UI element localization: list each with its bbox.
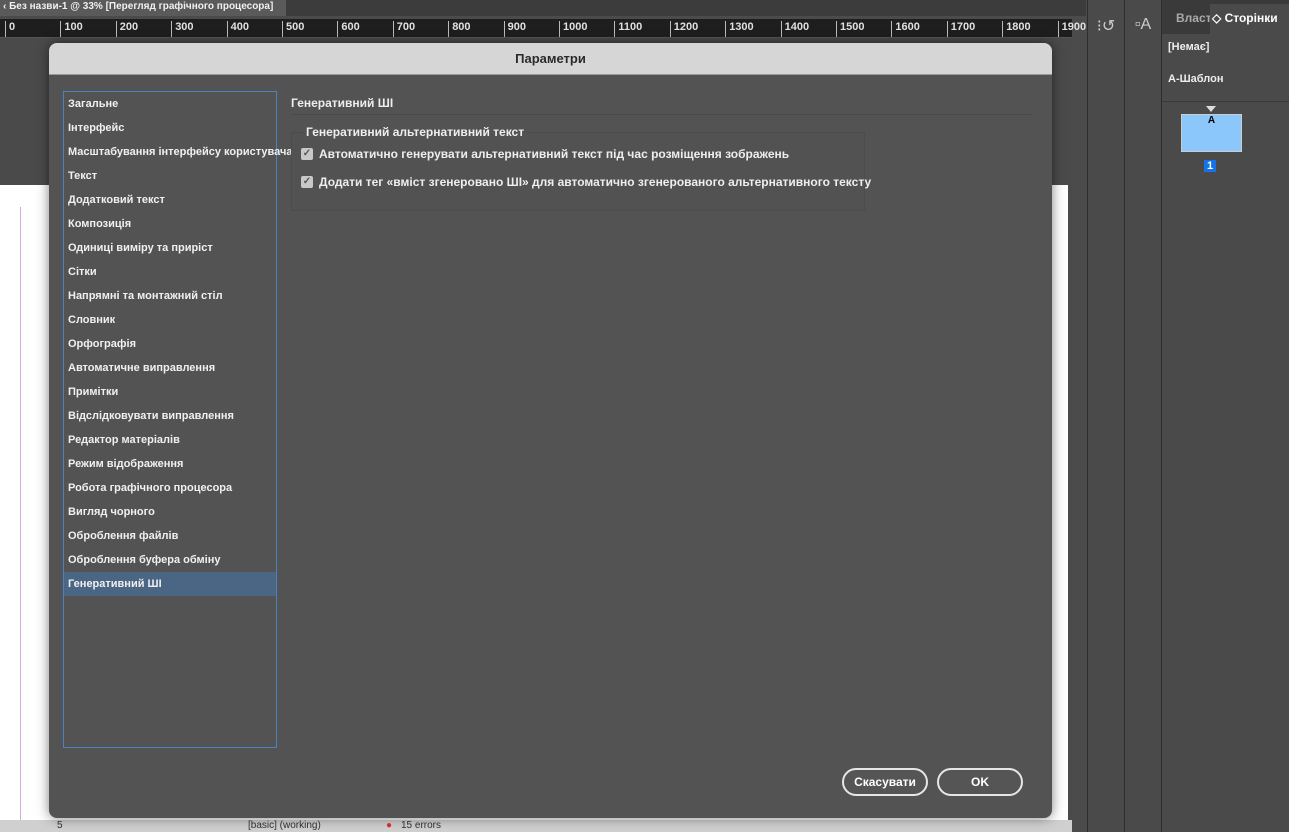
margin-guide xyxy=(20,207,21,827)
category-item[interactable]: Вигляд чорного xyxy=(64,500,276,524)
auto-generate-alt-text-checkbox[interactable]: ✓ Автоматично генерувати альтернативний т… xyxy=(301,147,789,161)
master-a[interactable]: A-Шаблон xyxy=(1162,73,1224,85)
ruler-tick-label: 1300 xyxy=(725,21,754,37)
error-count[interactable]: 15 errors xyxy=(401,820,441,831)
ruler-tick-label: 200 xyxy=(115,21,138,37)
current-page-marker-icon xyxy=(1206,106,1216,112)
ruler-tick-label: 600 xyxy=(337,21,360,37)
ruler-tick-label: 300 xyxy=(171,21,194,37)
alt-text-group xyxy=(291,132,865,211)
page-number-label[interactable]: 1 xyxy=(1204,160,1217,172)
ruler-tick-label: 0 xyxy=(5,21,15,37)
ruler-tick-label: 1200 xyxy=(669,21,698,37)
error-icon: ● xyxy=(386,820,393,831)
checkbox-label: Додати тег «вміст згенеровано ШІ» для ав… xyxy=(319,175,872,189)
ruler-tick-label: 1000 xyxy=(559,21,587,37)
preflight-profile[interactable]: [basic] (working) xyxy=(248,820,321,831)
page-number-field[interactable]: 5 xyxy=(57,820,63,831)
pages-rotate-icon[interactable]: ⁝↺ xyxy=(1088,16,1124,36)
category-item[interactable]: Робота графічного процесора xyxy=(64,476,276,500)
ruler-tick-label: 400 xyxy=(226,21,249,37)
character-styles-icon[interactable]: ▫A xyxy=(1125,16,1161,34)
checkbox-checked-icon[interactable]: ✓ xyxy=(301,148,313,160)
category-item[interactable]: Примітки xyxy=(64,380,276,404)
tab-properties[interactable]: Власт xyxy=(1176,11,1212,25)
category-item[interactable]: Редактор матеріалів xyxy=(64,428,276,452)
checkbox-checked-icon[interactable]: ✓ xyxy=(301,176,313,188)
master-none[interactable]: [Немає] xyxy=(1162,41,1209,53)
category-item[interactable]: Словник xyxy=(64,308,276,332)
category-item[interactable]: Автоматичне виправлення xyxy=(64,356,276,380)
divider xyxy=(291,114,1033,115)
category-item[interactable]: Сітки xyxy=(64,260,276,284)
category-list[interactable]: Загальне Інтерфейс Масштабування інтерфейс… xyxy=(63,91,292,748)
category-item[interactable]: Відслідковувати виправлення xyxy=(64,404,276,428)
category-item[interactable]: Оброблення буфера обміну xyxy=(64,548,276,572)
tab-bar xyxy=(286,0,1086,16)
tab-pages[interactable]: ◇ Сторінки xyxy=(1210,4,1289,34)
ruler-tick-label: 900 xyxy=(503,21,526,37)
ruler-tick-label: 1100 xyxy=(614,21,642,37)
preferences-dialog: Параметри Загальне Інтерфейс Масштабування… xyxy=(49,43,1052,818)
ruler-tick-label: 1600 xyxy=(891,21,920,37)
category-item[interactable]: Додатковий текст xyxy=(64,188,276,212)
category-item[interactable]: Одиниці виміру та приріст xyxy=(64,236,276,260)
group-title: Генеративний альтернативний текст xyxy=(304,125,527,139)
category-item[interactable]: Масштабування інтерфейсу користувача xyxy=(64,140,292,164)
document-tab[interactable]: ‹ Без назви-1 @ 33% [Перегляд графічного… xyxy=(0,0,286,16)
ruler-tick-label: 700 xyxy=(392,21,415,37)
ruler-tick-label: 500 xyxy=(282,21,304,37)
checkbox-label: Автоматично генерувати альтернативний те… xyxy=(319,147,790,161)
panel-column-2: ▫A xyxy=(1124,0,1161,832)
ruler-tick-label: 800 xyxy=(448,21,471,37)
category-item[interactable]: Орфографія xyxy=(64,332,276,356)
category-item[interactable]: Режим відображення xyxy=(64,452,276,476)
ruler-tick-label: 1900 xyxy=(1057,21,1086,37)
status-bar: 5 [basic] (working) ● 15 errors xyxy=(0,820,1072,832)
panel-column-1: ⁝↺ xyxy=(1087,0,1124,832)
horizontal-ruler: 0 100 200 300 400 500 600 700 800 900 1000 1100 1200… xyxy=(0,19,1086,38)
category-item[interactable]: Оброблення файлів xyxy=(64,524,276,548)
category-item[interactable]: Генеративний ШІ xyxy=(64,572,276,596)
ruler-tick-label: 1500 xyxy=(836,21,864,37)
ruler-tick-label: 100 xyxy=(60,21,83,37)
add-ai-tag-checkbox[interactable]: ✓ Додати тег «вміст згенеровано ШІ» для а… xyxy=(301,175,871,189)
cancel-button[interactable]: Скасувати xyxy=(842,768,928,796)
ruler-tick-label: 1700 xyxy=(946,21,975,37)
category-item[interactable]: Напрямні та монтажний стіл xyxy=(64,284,276,308)
ruler-tick-label: 1800 xyxy=(1002,21,1031,37)
divider xyxy=(1162,101,1289,102)
pages-panel: Власт ◇ Сторінки [Немає] A-Шаблон A 1 xyxy=(1161,0,1289,832)
category-item[interactable]: Текст xyxy=(64,164,276,188)
category-item[interactable]: Інтерфейс xyxy=(64,116,276,140)
master-letter: A xyxy=(1207,115,1216,126)
ok-button[interactable]: OK xyxy=(937,768,1023,796)
dialog-title: Параметри xyxy=(49,43,1052,75)
category-item[interactable]: Загальне xyxy=(64,92,276,116)
section-title: Генеративний ШІ xyxy=(291,96,394,110)
category-item[interactable]: Композиція xyxy=(64,212,276,236)
page-thumbnail[interactable]: A xyxy=(1181,114,1242,152)
ruler-tick-label: 1400 xyxy=(780,21,809,37)
